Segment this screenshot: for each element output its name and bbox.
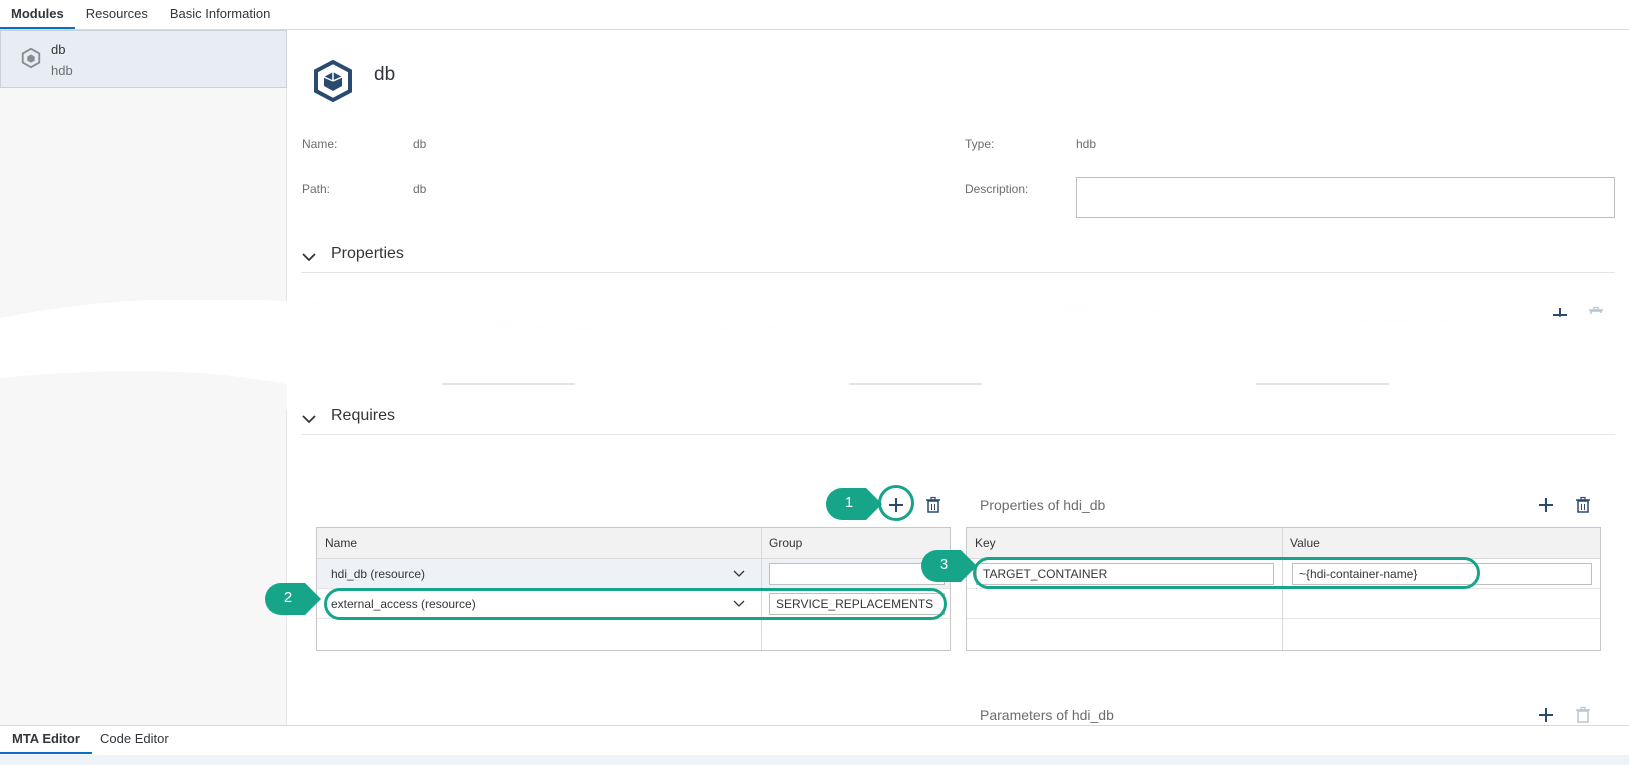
table-row[interactable]: hdi_db (resource) — [317, 559, 950, 589]
properties-table: Key Value — [966, 527, 1601, 651]
tab-code-editor[interactable]: Code Editor — [88, 726, 181, 754]
callout-number-3: 3 — [939, 556, 949, 573]
cube-icon — [21, 47, 41, 69]
trash-icon — [1576, 706, 1590, 723]
properties-section-title: Properties — [331, 245, 404, 262]
group-input[interactable] — [769, 563, 945, 585]
tab-resources[interactable]: Resources — [75, 0, 159, 29]
callout-number-1: 1 — [844, 494, 854, 511]
path-label: Path: — [302, 182, 331, 196]
sidebar-lower — [0, 410, 287, 725]
mta-editor-window: Modules Resources Basic Information db h… — [0, 0, 1629, 765]
module-title: db — [374, 64, 396, 85]
tab-modules[interactable]: Modules — [0, 0, 75, 29]
properties-panel-title: Properties of hdi_db — [980, 497, 1106, 513]
column-header-name: Name — [317, 528, 761, 559]
parameters-panel-title: Parameters of hdi_db — [980, 707, 1114, 723]
column-header-key: Key — [967, 528, 1282, 559]
description-label: Description: — [965, 182, 1029, 196]
chevron-down-icon[interactable] — [732, 567, 746, 581]
path-value: db — [413, 182, 427, 196]
column-header-value: Value — [1282, 528, 1600, 559]
description-field[interactable] — [1076, 177, 1615, 218]
chevron-down-icon — [302, 253, 316, 262]
sidebar-item-db[interactable]: db hdb — [0, 30, 287, 88]
requires-section-header[interactable]: Requires — [301, 405, 1615, 435]
callout-highlight-3 — [973, 557, 1480, 589]
status-strip — [0, 755, 1629, 765]
callout-highlight-2 — [324, 588, 947, 620]
torn-edge-divider — [0, 300, 1629, 410]
table-row — [967, 589, 1600, 619]
trash-icon[interactable] — [1573, 495, 1593, 515]
callout-number-2: 2 — [283, 589, 293, 606]
cube-icon — [314, 60, 352, 102]
requires-section-title: Requires — [331, 407, 396, 424]
callout-highlight-1 — [878, 485, 914, 521]
plus-icon[interactable] — [1536, 705, 1556, 725]
name-value: db — [413, 137, 427, 151]
column-divider — [1282, 528, 1283, 650]
type-label: Type: — [965, 137, 995, 151]
properties-section-header[interactable]: Properties — [301, 243, 1615, 273]
type-value: hdb — [1076, 137, 1097, 151]
trash-icon[interactable] — [923, 495, 943, 515]
chevron-down-icon — [302, 415, 316, 424]
plus-icon[interactable] — [1536, 495, 1556, 515]
name-label: Name: — [302, 137, 338, 151]
requires-name-dropdown[interactable]: hdi_db (resource) — [331, 559, 425, 589]
sidebar-item-type: hdb — [51, 63, 73, 78]
tab-mta-editor[interactable]: MTA Editor — [0, 726, 92, 754]
top-tab-bar: Modules Resources Basic Information — [0, 0, 1629, 30]
sidebar-item-name: db — [51, 42, 66, 57]
tab-basic-information[interactable]: Basic Information — [159, 0, 281, 29]
